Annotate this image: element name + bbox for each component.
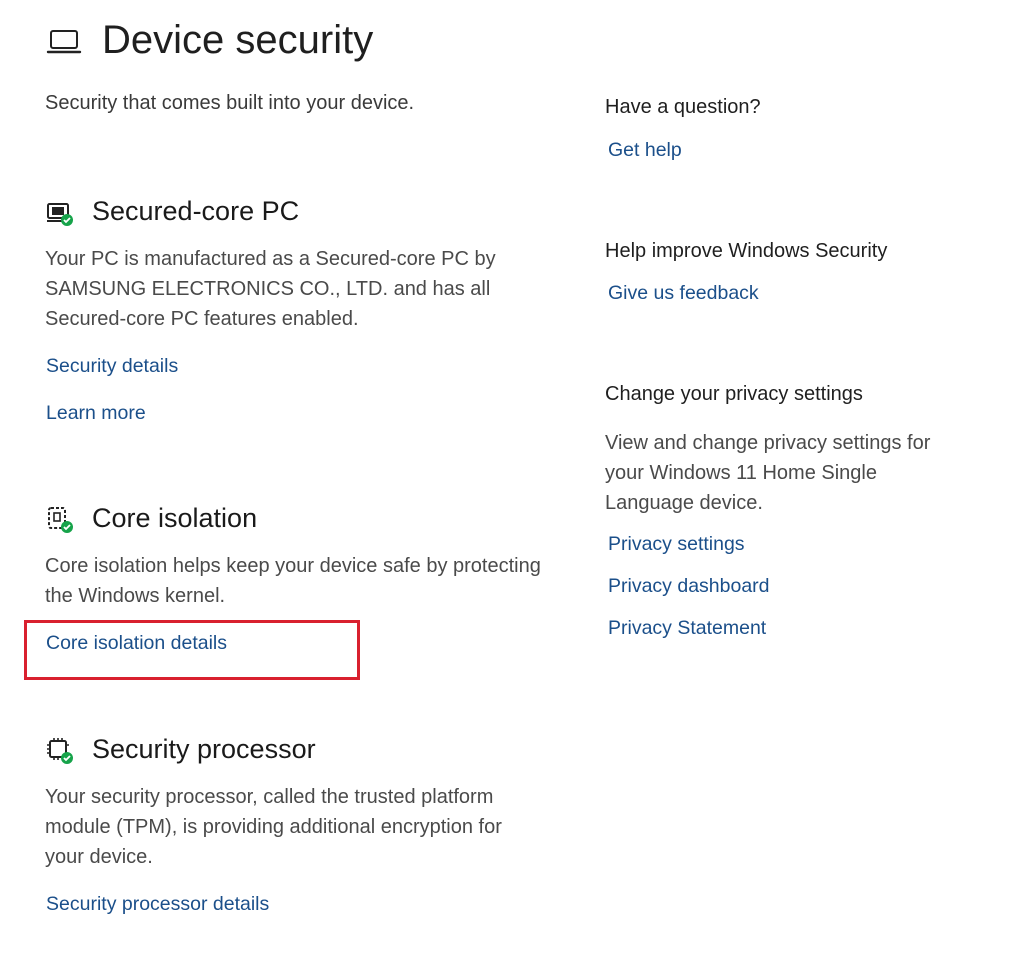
page-subtitle: Security that comes built into your devi…	[45, 92, 415, 114]
page-title: Device security	[102, 18, 374, 62]
sidebar-privacy-description: View and change privacy settings for you…	[605, 432, 931, 514]
security-processor-details-link[interactable]: Security processor details	[46, 893, 269, 916]
highlight-box	[24, 620, 360, 680]
privacy-settings-link[interactable]: Privacy settings	[608, 533, 745, 556]
get-help-link[interactable]: Get help	[608, 139, 682, 162]
privacy-statement-link[interactable]: Privacy Statement	[608, 617, 766, 640]
section-desc-secured-core-pc: Your PC is manufactured as a Secured-cor…	[45, 248, 496, 330]
give-feedback-link[interactable]: Give us feedback	[608, 282, 759, 305]
section-title-secured-core-pc: Secured-core PC	[92, 196, 300, 226]
sidebar-heading-improve: Help improve Windows Security	[605, 240, 888, 262]
section-desc-security-processor: Your security processor, called the trus…	[45, 786, 502, 868]
security-processor-icon	[47, 738, 73, 764]
section-title-security-processor: Security processor	[92, 734, 316, 764]
sidebar-heading-question: Have a question?	[605, 96, 761, 118]
security-details-link[interactable]: Security details	[46, 355, 178, 378]
secured-core-pc-icon	[47, 203, 73, 226]
privacy-dashboard-link[interactable]: Privacy dashboard	[608, 575, 770, 598]
laptop-icon	[46, 30, 82, 54]
learn-more-link[interactable]: Learn more	[46, 402, 146, 425]
core-isolation-icon	[48, 507, 73, 533]
sidebar-heading-privacy: Change your privacy settings	[605, 383, 863, 405]
section-desc-core-isolation: Core isolation helps keep your device sa…	[45, 555, 541, 607]
section-title-core-isolation: Core isolation	[92, 503, 258, 533]
